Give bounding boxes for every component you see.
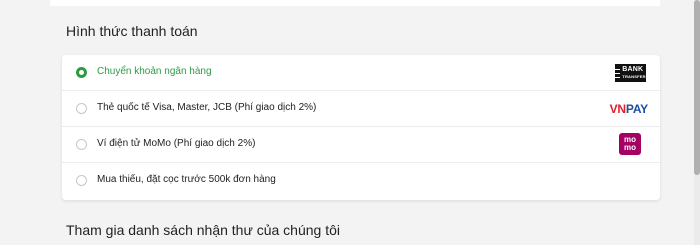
transfer-logo-word: TRANSFER [622,74,646,79]
bank-logo-word: BANK [622,66,644,73]
vnpay-logo: VNPAY [609,102,649,116]
payment-option-label: Chuyển khoản ngân hàng [97,66,212,77]
payment-option-card[interactable]: Thẻ quốc tế Visa, Master, JCB (Phí giao … [62,91,660,127]
payment-option-bank-transfer[interactable]: Chuyển khoản ngân hàng BANK TRANSFER [62,55,660,91]
payment-options-card: Chuyển khoản ngân hàng BANK TRANSFER Thẻ… [62,55,660,200]
scrollbar-thumb[interactable] [694,0,700,175]
radio-checked-icon[interactable] [76,67,87,78]
vnpay-logo-vn: VN [609,102,626,116]
payment-option-momo[interactable]: Ví điện tử MoMo (Phí giao dịch 2%) mo mo [62,127,660,163]
bank-transfer-logo: BANK TRANSFER [615,64,646,82]
page-scrollbar[interactable] [694,0,700,245]
newsletter-section-title: Tham gia danh sách nhận thư của chúng tô… [66,222,340,238]
payment-option-label: Ví điện tử MoMo (Phí giao dịch 2%) [97,138,256,149]
radio-unchecked-icon[interactable] [76,103,87,114]
bank-building-icon [615,68,621,78]
momo-logo-bottom: mo [624,143,636,152]
radio-unchecked-icon[interactable] [76,175,87,186]
vnpay-logo-pay: PAY [625,102,648,116]
radio-unchecked-icon[interactable] [76,139,87,150]
payment-option-deposit[interactable]: Mua thiếu, đặt cọc trước 500k đơn hàng [62,163,660,200]
momo-logo: mo mo [619,133,641,155]
payment-section-title: Hình thức thanh toán [66,23,198,39]
top-panel-edge [50,0,660,6]
payment-option-label: Mua thiếu, đặt cọc trước 500k đơn hàng [97,174,276,185]
payment-option-label: Thẻ quốc tế Visa, Master, JCB (Phí giao … [97,102,317,113]
